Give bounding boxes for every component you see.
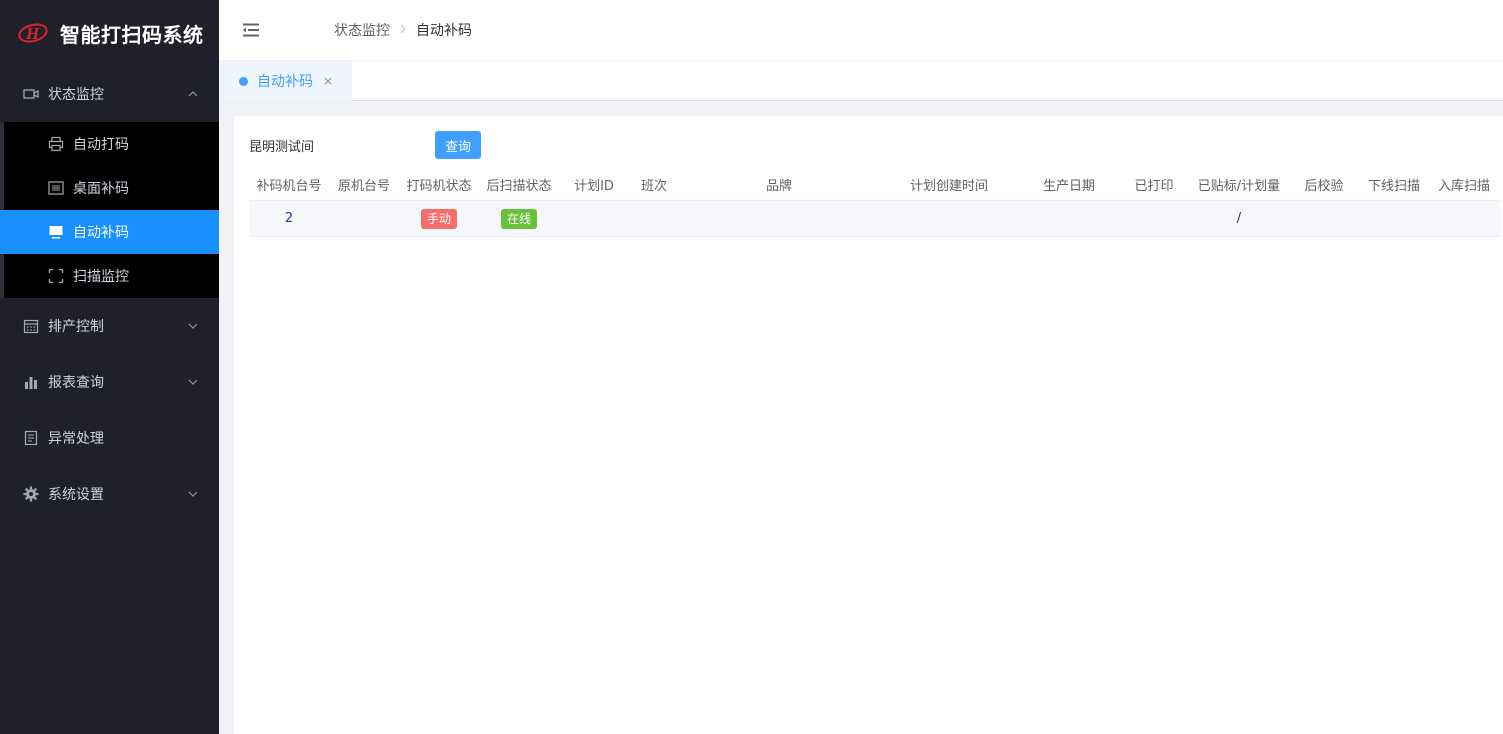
menu-fold-icon[interactable]: [241, 22, 261, 38]
chevron-up-icon: [188, 91, 198, 97]
query-button[interactable]: 查询: [435, 131, 481, 159]
breadcrumb-item[interactable]: 状态监控: [334, 20, 390, 40]
gear-icon: [22, 485, 40, 503]
status-badge: 在线: [500, 208, 537, 229]
menu-label: 排产控制: [48, 319, 104, 335]
cell-shift: [629, 201, 679, 236]
cell-printer-status: 手动: [399, 201, 479, 236]
tab-label: 自动补码: [257, 74, 313, 90]
cell-plan-id: [559, 201, 629, 236]
cell-printed: [1119, 201, 1189, 236]
chevron-down-icon: [188, 323, 198, 329]
menu-label: 异常处理: [48, 431, 104, 447]
sidebar-item-label: 自动打码: [73, 137, 129, 153]
monitor-icon: [48, 224, 64, 240]
chevron-down-icon: [188, 379, 198, 385]
menu-production-control[interactable]: 排产控制: [0, 298, 219, 354]
menu-label: 报表查询: [48, 375, 104, 391]
column-header[interactable]: 生产日期: [1019, 169, 1119, 200]
close-icon[interactable]: ×: [323, 74, 333, 88]
tab-auto-recode[interactable]: 自动补码 ×: [219, 61, 352, 101]
chevron-down-icon: [188, 491, 198, 497]
column-header[interactable]: 下线扫描: [1359, 169, 1429, 200]
breadcrumb-current: 自动补码: [416, 23, 472, 39]
column-header[interactable]: 已贴标/计划量: [1189, 169, 1289, 200]
cell-orig-machine: [329, 201, 399, 236]
column-header[interactable]: 计划ID: [559, 169, 629, 200]
document-icon: [22, 429, 40, 447]
breadcrumb: 状态监控 自动补码: [334, 20, 472, 40]
cell-storage-scan: [1429, 201, 1499, 236]
column-header[interactable]: 补码机台号: [249, 169, 329, 200]
cell-post-check: [1289, 201, 1359, 236]
svg-text:H: H: [25, 24, 40, 43]
sidebar-item-auto-recode[interactable]: 自动补码: [0, 210, 219, 254]
top-header: 状态监控 自动补码: [219, 0, 1503, 61]
app-logo[interactable]: H 智能打扫码系统: [0, 0, 219, 66]
column-header[interactable]: 后扫描状态: [479, 169, 559, 200]
menu-exception-handling[interactable]: 异常处理: [0, 410, 219, 466]
table-header: 补码机台号 原机台号 打码机状态 后扫描状态 计划ID 班次 品牌 计划创建时间…: [249, 169, 1501, 201]
cell-brand: [679, 201, 879, 236]
chevron-right-icon: [399, 23, 407, 37]
submenu-status-monitor: 自动打码 桌面补码 自动补码 扫描监控: [0, 122, 219, 298]
filter-bar: 昆明测试间 查询: [249, 131, 481, 159]
workshop-label: 昆明测试间: [249, 139, 315, 155]
calendar-icon: [22, 317, 40, 335]
menu-system-settings[interactable]: 系统设置: [0, 466, 219, 522]
sidebar-item-label: 自动补码: [73, 225, 129, 241]
menu-report-query[interactable]: 报表查询: [0, 354, 219, 410]
printer-icon: [48, 136, 64, 152]
menu-label: 状态监控: [48, 87, 104, 103]
column-header[interactable]: 打码机状态: [399, 169, 479, 200]
app-title: 智能打扫码系统: [60, 22, 204, 47]
column-header[interactable]: 品牌: [679, 169, 879, 200]
sidebar-item-label: 扫描监控: [73, 269, 129, 285]
data-table: 补码机台号 原机台号 打码机状态 后扫描状态 计划ID 班次 品牌 计划创建时间…: [249, 169, 1501, 237]
column-header[interactable]: 班次: [629, 169, 679, 200]
sidebar: H 智能打扫码系统 状态监控 自动打码 桌面补码 自动补码 扫描监控 排产控制 …: [0, 0, 219, 734]
sidebar-item-desktop-recode[interactable]: 桌面补码: [4, 166, 219, 210]
column-header[interactable]: 计划创建时间: [879, 169, 1019, 200]
cell-labeled-plan: /: [1236, 211, 1242, 226]
scan-frame-icon: [48, 268, 64, 284]
cell-scan-status: 在线: [479, 201, 559, 236]
menu-label: 系统设置: [48, 487, 104, 503]
menu-status-monitor[interactable]: 状态监控: [0, 66, 219, 122]
cell-prod-date: [1019, 201, 1119, 236]
table-row[interactable]: 2 手动 在线 /: [249, 201, 1501, 237]
status-badge: 手动: [420, 208, 457, 229]
cell-created: [879, 201, 1019, 236]
column-header[interactable]: 入库扫描: [1429, 169, 1499, 200]
cell-machine-no: 2: [284, 211, 294, 226]
barcode-icon: [48, 180, 64, 196]
active-dot-icon: [239, 76, 248, 86]
column-header[interactable]: 原机台号: [329, 169, 399, 200]
column-header[interactable]: 后校验: [1289, 169, 1359, 200]
bar-chart-icon: [22, 373, 40, 391]
cell-offline-scan: [1359, 201, 1429, 236]
sidebar-item-auto-print[interactable]: 自动打码: [4, 122, 219, 166]
tabs-bar: 自动补码 ×: [219, 61, 1503, 101]
logo-h-icon: H: [18, 23, 48, 43]
sidebar-item-label: 桌面补码: [73, 181, 129, 197]
video-camera-icon: [22, 85, 40, 103]
column-header[interactable]: 已打印: [1119, 169, 1189, 200]
sidebar-item-scan-monitor[interactable]: 扫描监控: [4, 254, 219, 298]
